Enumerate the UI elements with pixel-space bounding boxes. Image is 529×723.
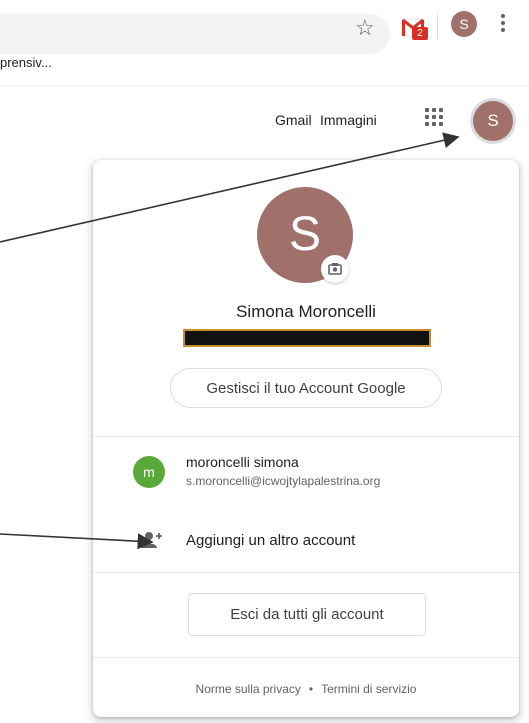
bookmarks-divider	[0, 85, 529, 86]
add-account-row[interactable]: Aggiungi un altro account	[93, 520, 519, 564]
terms-link[interactable]: Termini di servizio	[321, 682, 416, 696]
images-link[interactable]: Immagini	[320, 112, 377, 128]
account-avatar-button[interactable]: S	[473, 101, 513, 141]
add-person-icon	[141, 532, 162, 548]
kebab-menu-icon[interactable]	[500, 14, 506, 36]
account-name: moroncelli simona	[186, 454, 299, 470]
browser-profile-button[interactable]: S	[451, 11, 477, 37]
account-menu-panel: S Simona Moroncelli Gestisci il tuo Acco…	[93, 160, 519, 717]
footer-separator: •	[308, 682, 314, 696]
gmail-link[interactable]: Gmail	[275, 112, 312, 128]
user-name: Simona Moroncelli	[236, 302, 376, 321]
camera-icon[interactable]	[321, 255, 349, 283]
privacy-link[interactable]: Norme sulla privacy	[196, 682, 301, 696]
add-account-label: Aggiungi un altro account	[186, 532, 356, 549]
address-bar[interactable]	[0, 14, 390, 54]
panel-divider	[93, 572, 519, 573]
panel-footer: Norme sulla privacy • Termini di servizio	[93, 682, 519, 696]
toolbar-divider	[437, 14, 438, 40]
sign-out-all-button[interactable]: Esci da tutti gli account	[188, 593, 426, 636]
manage-account-button[interactable]: Gestisci il tuo Account Google	[170, 368, 442, 408]
account-email: s.moroncelli@icwojtylapalestrina.org	[186, 474, 381, 488]
gmail-unread-badge: 2	[412, 27, 428, 40]
star-icon[interactable]: ☆	[355, 17, 375, 39]
panel-divider	[93, 657, 519, 658]
other-account-row[interactable]: m moroncelli simona s.moroncelli@icwojty…	[93, 447, 519, 497]
apps-grid-icon[interactable]	[425, 108, 447, 130]
bookmark-item[interactable]: prensiv...	[0, 55, 52, 70]
account-avatar: m	[133, 456, 165, 488]
panel-divider	[93, 436, 519, 437]
redacted-email	[185, 331, 429, 345]
